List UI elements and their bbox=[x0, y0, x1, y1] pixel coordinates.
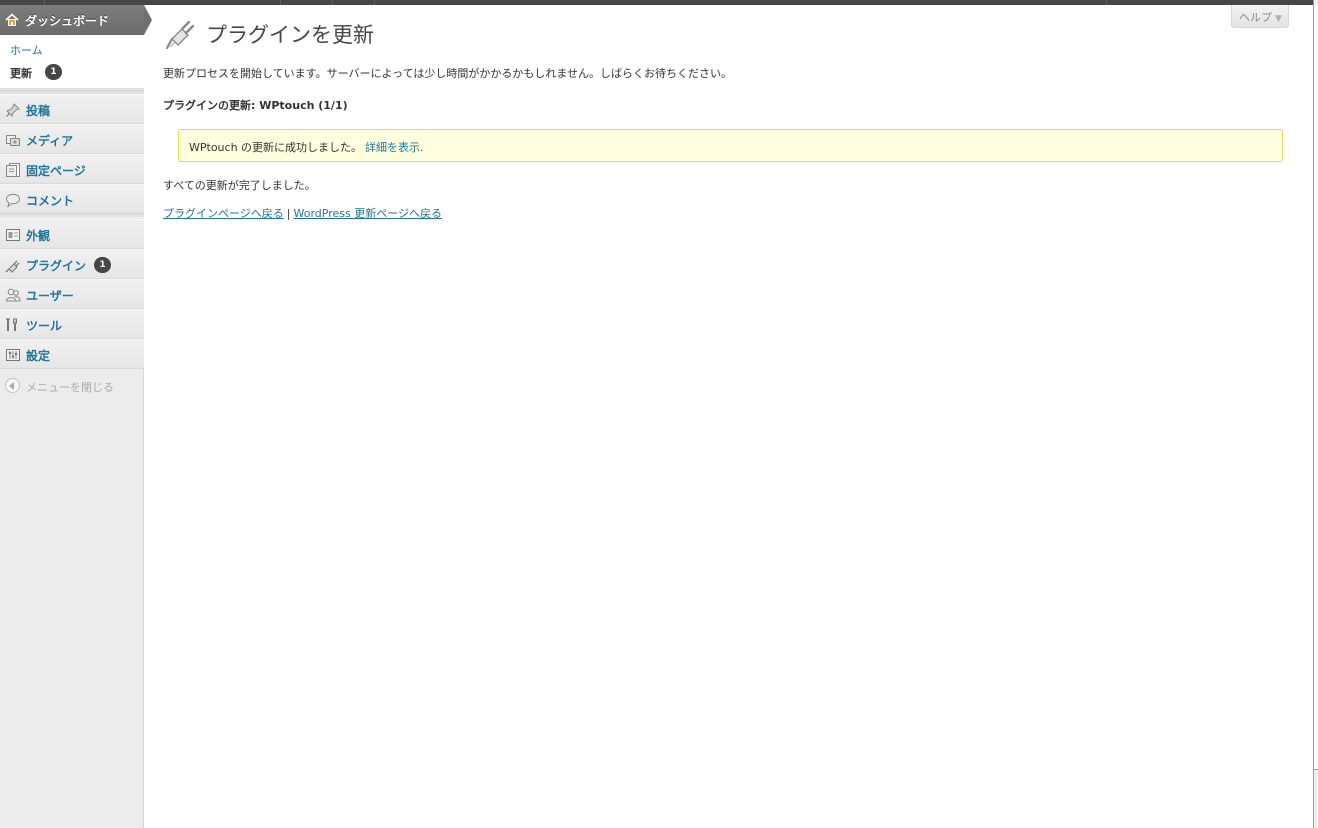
sidebar-item-dashboard[interactable]: ダッシュボード bbox=[0, 5, 144, 35]
submenu-item-updates[interactable]: 更新 bbox=[10, 65, 32, 81]
sidebar-item-users[interactable]: ユーザー bbox=[0, 279, 144, 309]
help-tab[interactable]: ヘルプ ▼ bbox=[1231, 5, 1289, 28]
page-title: プラグインを更新 bbox=[206, 23, 374, 47]
notice-text: WPtouch の更新に成功しました。 bbox=[189, 141, 363, 154]
admin-bar-divider bbox=[1106, 0, 1107, 5]
sidebar-item-label: ユーザー bbox=[26, 289, 74, 303]
link-separator: | bbox=[286, 207, 291, 220]
collapse-menu-label: メニューを閉じる bbox=[26, 381, 114, 394]
pin-icon bbox=[6, 103, 20, 117]
submenu-item-home[interactable]: ホーム bbox=[10, 42, 43, 58]
sidebar-item-label: ダッシュボード bbox=[25, 14, 110, 28]
sidebar-item-label: 固定ページ bbox=[26, 164, 86, 178]
comment-icon bbox=[6, 193, 20, 208]
appearance-icon bbox=[6, 229, 20, 241]
chevron-down-icon: ▼ bbox=[1275, 14, 1282, 24]
sidebar-item-label: 外観 bbox=[26, 229, 51, 243]
back-to-plugins-link[interactable]: プラグインページへ戻る bbox=[163, 207, 284, 220]
plugin-update-count-badge: 1 bbox=[94, 257, 111, 273]
sidebar-item-label: 投稿 bbox=[26, 104, 51, 118]
update-count-badge: 1 bbox=[45, 64, 62, 80]
users-icon bbox=[5, 288, 21, 302]
sidebar-item-label: プラグイン bbox=[26, 259, 87, 273]
sidebar-item-label: メディア bbox=[26, 134, 74, 148]
home-icon bbox=[5, 13, 19, 26]
sidebar-item-label: 設定 bbox=[26, 349, 51, 363]
admin-bar-divider bbox=[332, 0, 333, 5]
sidebar-item-plugins[interactable]: プラグイン 1 bbox=[0, 249, 144, 279]
plugin-page-icon bbox=[165, 20, 195, 50]
sidebar-item-pages[interactable]: 固定ページ bbox=[0, 154, 144, 184]
all-updates-complete-text: すべての更新が完了しました。 bbox=[163, 179, 316, 192]
update-success-notice: WPtouch の更新に成功しました。 詳細を表示. bbox=[178, 129, 1283, 162]
tools-icon bbox=[6, 318, 17, 331]
admin-sidebar: ダッシュボード ホーム 更新 1 投稿 メディア 固定ページ コメント 外観 プ… bbox=[0, 5, 152, 828]
sidebar-item-comments[interactable]: コメント bbox=[0, 184, 144, 214]
help-tab-label: ヘルプ bbox=[1239, 11, 1272, 24]
pages-icon bbox=[6, 163, 20, 177]
show-details-link[interactable]: 詳細を表示. bbox=[365, 141, 424, 154]
sidebar-item-tools[interactable]: ツール bbox=[0, 309, 144, 339]
admin-bar bbox=[0, 0, 1314, 5]
scrollbar-thumb[interactable] bbox=[1314, 5, 1318, 770]
admin-bar-divider bbox=[374, 0, 375, 5]
back-to-updates-link[interactable]: WordPress 更新ページへ戻る bbox=[294, 207, 443, 220]
current-menu-arrow bbox=[144, 5, 152, 35]
sidebar-item-label: ツール bbox=[26, 319, 63, 333]
plugin-update-heading: プラグインの更新: WPtouch (1/1) bbox=[163, 99, 348, 112]
sidebar-item-media[interactable]: メディア bbox=[0, 124, 144, 154]
dashboard-submenu: ホーム 更新 1 bbox=[0, 35, 144, 89]
menu-separator bbox=[0, 213, 144, 218]
sidebar-item-label: コメント bbox=[26, 194, 75, 208]
settings-icon bbox=[6, 349, 20, 361]
update-intro-text: 更新プロセスを開始しています。サーバーによっては少し時間がかかるかもしれません。… bbox=[163, 67, 733, 80]
sidebar-item-posts[interactable]: 投稿 bbox=[0, 94, 144, 124]
collapse-menu-button[interactable]: メニューを閉じる bbox=[0, 373, 144, 397]
media-icon bbox=[6, 135, 20, 146]
admin-bar-divider bbox=[280, 0, 281, 5]
return-links: プラグインページへ戻る | WordPress 更新ページへ戻る bbox=[163, 205, 442, 221]
plugin-icon bbox=[5, 260, 20, 273]
sidebar-item-appearance[interactable]: 外観 bbox=[0, 219, 144, 249]
sidebar-item-settings[interactable]: 設定 bbox=[0, 339, 144, 369]
collapse-arrow-icon bbox=[5, 378, 20, 393]
